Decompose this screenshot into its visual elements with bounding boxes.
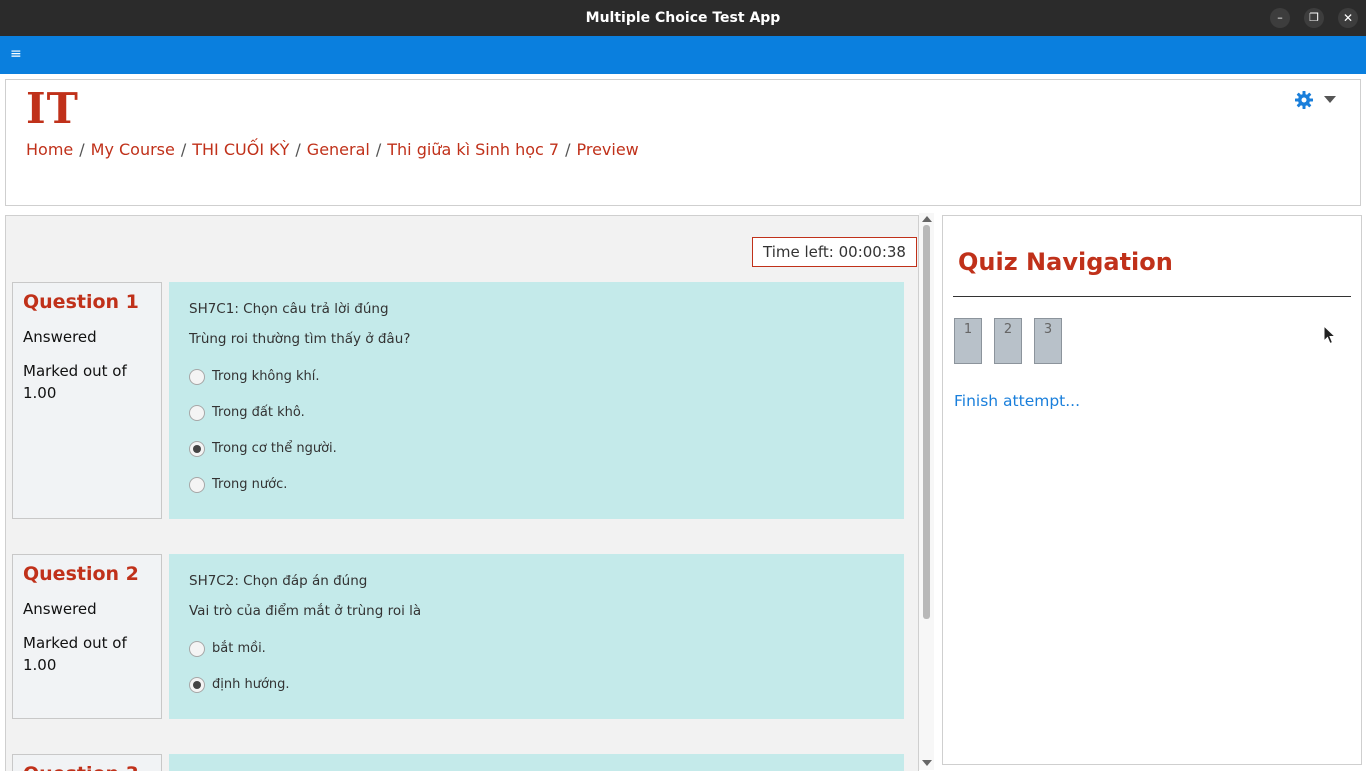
content-scrollbar[interactable] <box>919 213 934 770</box>
breadcrumb-preview[interactable]: Preview <box>576 140 638 159</box>
radio-button[interactable] <box>189 641 205 657</box>
scroll-thumb[interactable] <box>923 225 930 619</box>
hamburger-icon[interactable]: ≡ <box>10 45 26 63</box>
breadcrumb-separator: / <box>79 140 85 159</box>
quiz-navigation-title: Quiz Navigation <box>958 248 1173 276</box>
breadcrumb-midterm-biology[interactable]: Thi giữa kì Sinh học 7 <box>387 140 559 159</box>
question-prompt: Vai trò của điểm mắt ở trùng roi là <box>189 603 422 619</box>
divider <box>953 296 1351 297</box>
question-heading: SH7C1: Chọn câu trả lời đúng <box>189 301 389 317</box>
question-title: Question 1 <box>23 291 139 313</box>
window-title: Multiple Choice Test App <box>585 10 781 26</box>
question-2-info: Question 2 Answered Marked out of 1.00 <box>12 554 162 719</box>
radio-button[interactable] <box>189 477 205 493</box>
minimize-icon[interactable]: – <box>1270 8 1290 28</box>
breadcrumb-separator: / <box>295 140 301 159</box>
breadcrumb-general[interactable]: General <box>307 140 370 159</box>
question-1-content: SH7C1: Chọn câu trả lời đúng Trùng roi t… <box>169 282 904 519</box>
answer-label[interactable]: định hướng. <box>212 677 290 693</box>
question-3-info: Question 3 <box>12 754 162 771</box>
question-mark: Marked out of 1.00 <box>23 634 127 674</box>
quiz-navigation-panel: Quiz Navigation 1 2 3 Finish attempt... <box>942 215 1362 765</box>
time-left-timer: Time left: 00:00:38 <box>752 237 917 267</box>
breadcrumb-separator: / <box>375 140 382 159</box>
question-mark: Marked out of 1.00 <box>23 362 127 402</box>
answer-label[interactable]: Trong cơ thể người. <box>212 441 337 457</box>
question-prompt: Trùng roi thường tìm thấy ở đâu? <box>189 331 411 347</box>
radio-button-selected[interactable] <box>189 677 205 693</box>
breadcrumb-final-exam[interactable]: THI CUỐI KỲ <box>192 140 289 159</box>
quiz-content-panel: Time left: 00:00:38 Question 1 Answered … <box>5 215 919 771</box>
radio-button[interactable] <box>189 405 205 421</box>
caret-down-icon[interactable] <box>1324 96 1336 103</box>
scroll-up-arrow-icon[interactable] <box>922 216 932 222</box>
scroll-down-arrow-icon[interactable] <box>922 760 932 766</box>
breadcrumb-separator: / <box>565 140 571 159</box>
question-heading: SH7C2: Chọn đáp án đúng <box>189 573 368 589</box>
breadcrumb-separator: / <box>180 140 187 159</box>
question-title: Question 2 <box>23 563 139 585</box>
answer-label[interactable]: Trong nước. <box>212 477 287 493</box>
window-titlebar: Multiple Choice Test App – ❐ ✕ <box>0 0 1366 36</box>
mouse-cursor-icon <box>1323 325 1337 345</box>
gear-icon[interactable] <box>1294 90 1314 110</box>
breadcrumb-my-course[interactable]: My Course <box>91 140 175 159</box>
question-nav-button-1[interactable]: 1 <box>954 318 982 364</box>
close-icon[interactable]: ✕ <box>1338 8 1358 28</box>
question-1-info: Question 1 Answered Marked out of 1.00 <box>12 282 162 519</box>
breadcrumb-home[interactable]: Home <box>26 140 73 159</box>
breadcrumb: Home / My Course / THI CUỐI KỲ / General / Thi g… <box>26 140 639 159</box>
finish-attempt-link[interactable]: Finish attempt... <box>954 392 1080 410</box>
answer-label[interactable]: Trong đất khô. <box>212 405 305 421</box>
maximize-icon[interactable]: ❐ <box>1304 8 1324 28</box>
question-state: Answered <box>23 328 97 346</box>
answer-label[interactable]: bắt mồi. <box>212 641 266 657</box>
question-3-content <box>169 754 904 771</box>
question-nav-button-3[interactable]: 3 <box>1034 318 1062 364</box>
page-header: IT Home / My Course / THI CUỐI KỲ / General / Th… <box>5 79 1361 206</box>
question-2-content: SH7C2: Chọn đáp án đúng Vai trò của điểm… <box>169 554 904 719</box>
radio-button[interactable] <box>189 369 205 385</box>
site-logo[interactable]: IT <box>26 84 79 133</box>
question-nav-button-2[interactable]: 2 <box>994 318 1022 364</box>
radio-button-selected[interactable] <box>189 441 205 457</box>
top-navbar: ≡ <box>0 36 1366 74</box>
question-state: Answered <box>23 600 97 618</box>
answer-label[interactable]: Trong không khí. <box>212 369 320 385</box>
